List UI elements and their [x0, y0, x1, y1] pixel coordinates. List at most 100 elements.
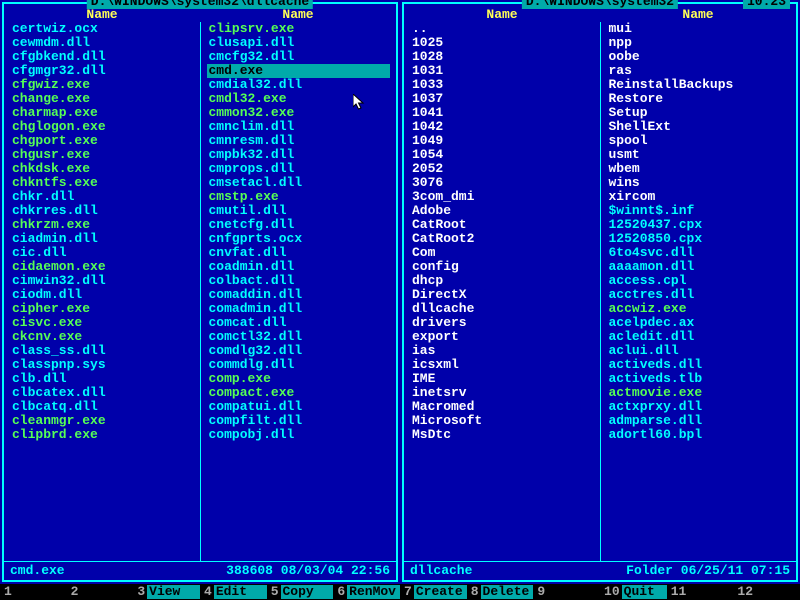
fkey-8[interactable]: 8Delete — [467, 585, 534, 599]
list-item[interactable]: cnvfat.dll — [207, 246, 391, 260]
list-item[interactable]: compobj.dll — [207, 428, 391, 442]
list-item[interactable]: clusapi.dll — [207, 36, 391, 50]
list-item[interactable]: oobe — [607, 50, 791, 64]
list-item[interactable]: aclui.dll — [607, 344, 791, 358]
list-item[interactable]: MsDtc — [410, 428, 594, 442]
list-item[interactable]: 2052 — [410, 162, 594, 176]
list-item[interactable]: 1042 — [410, 120, 594, 134]
list-item[interactable]: chgusr.exe — [10, 148, 194, 162]
list-item[interactable]: chkrzm.exe — [10, 218, 194, 232]
list-item[interactable]: clb.dll — [10, 372, 194, 386]
fkey-4[interactable]: 4Edit — [200, 585, 267, 599]
list-item[interactable]: acctres.dll — [607, 288, 791, 302]
list-item[interactable]: 1033 — [410, 78, 594, 92]
list-item[interactable]: access.cpl — [607, 274, 791, 288]
left-panel[interactable]: D:\WINDOWS\system32\dllcache Name Name c… — [2, 2, 398, 582]
list-item[interactable]: ciodm.dll — [10, 288, 194, 302]
list-item[interactable]: npp — [607, 36, 791, 50]
list-item[interactable]: IME — [410, 372, 594, 386]
left-file-list[interactable]: certwiz.ocxcewmdm.dllcfgbkend.dllcfgmgr3… — [4, 22, 396, 561]
fkey-1[interactable]: 1 — [0, 585, 67, 599]
list-item[interactable]: comdlg32.dll — [207, 344, 391, 358]
list-item[interactable]: clbcatq.dll — [10, 400, 194, 414]
list-item[interactable]: clipsrv.exe — [207, 22, 391, 36]
list-item[interactable]: admparse.dll — [607, 414, 791, 428]
list-item[interactable]: certwiz.ocx — [10, 22, 194, 36]
list-item[interactable]: cmmon32.exe — [207, 106, 391, 120]
list-item[interactable]: cfgbkend.dll — [10, 50, 194, 64]
list-item[interactable]: $winnt$.inf — [607, 204, 791, 218]
list-item[interactable]: cic.dll — [10, 246, 194, 260]
list-item[interactable]: cnfgprts.ocx — [207, 232, 391, 246]
list-item[interactable]: Restore — [607, 92, 791, 106]
list-item[interactable]: Setup — [607, 106, 791, 120]
list-item[interactable]: export — [410, 330, 594, 344]
list-item[interactable]: colbact.dll — [207, 274, 391, 288]
list-item[interactable]: acledit.dll — [607, 330, 791, 344]
list-item[interactable]: accwiz.exe — [607, 302, 791, 316]
list-item[interactable]: 1054 — [410, 148, 594, 162]
list-item[interactable]: cmpbk32.dll — [207, 148, 391, 162]
list-item[interactable]: dhcp — [410, 274, 594, 288]
list-item[interactable]: ciadmin.dll — [10, 232, 194, 246]
list-item[interactable]: Adobe — [410, 204, 594, 218]
list-item[interactable]: cewmdm.dll — [10, 36, 194, 50]
list-item[interactable]: cmnresm.dll — [207, 134, 391, 148]
list-item[interactable]: icsxml — [410, 358, 594, 372]
list-item[interactable]: 3076 — [410, 176, 594, 190]
fkey-6[interactable]: 6RenMov — [333, 585, 400, 599]
list-item[interactable]: ias — [410, 344, 594, 358]
list-item[interactable]: cisvc.exe — [10, 316, 194, 330]
list-item[interactable]: cnetcfg.dll — [207, 218, 391, 232]
list-item[interactable]: cmdial32.dll — [207, 78, 391, 92]
list-item[interactable]: config — [410, 260, 594, 274]
list-item[interactable]: xircom — [607, 190, 791, 204]
fkey-7[interactable]: 7Create — [400, 585, 467, 599]
list-item[interactable]: cimwin32.dll — [10, 274, 194, 288]
list-item[interactable]: cleanmgr.exe — [10, 414, 194, 428]
list-item[interactable]: compact.exe — [207, 386, 391, 400]
list-item[interactable]: class_ss.dll — [10, 344, 194, 358]
list-item[interactable]: usmt — [607, 148, 791, 162]
list-item[interactable]: adortl60.bpl — [607, 428, 791, 442]
list-item[interactable]: 1025 — [410, 36, 594, 50]
list-item[interactable]: cidaemon.exe — [10, 260, 194, 274]
list-item[interactable]: chkr.dll — [10, 190, 194, 204]
list-item[interactable]: charmap.exe — [10, 106, 194, 120]
list-item[interactable]: cmsetacl.dll — [207, 176, 391, 190]
list-item[interactable]: cmdl32.exe — [207, 92, 391, 106]
list-item[interactable]: compfilt.dll — [207, 414, 391, 428]
list-item[interactable]: wbem — [607, 162, 791, 176]
list-item[interactable]: Macromed — [410, 400, 594, 414]
list-item[interactable]: cmstp.exe — [207, 190, 391, 204]
list-item[interactable]: clipbrd.exe — [10, 428, 194, 442]
fkey-3[interactable]: 3View — [133, 585, 200, 599]
list-item[interactable]: activeds.tlb — [607, 372, 791, 386]
list-item[interactable]: 1037 — [410, 92, 594, 106]
list-item[interactable]: CatRoot2 — [410, 232, 594, 246]
list-item[interactable]: comaddin.dll — [207, 288, 391, 302]
list-item[interactable]: ReinstallBackups — [607, 78, 791, 92]
list-item[interactable]: comctl32.dll — [207, 330, 391, 344]
list-item[interactable]: 6to4svc.dll — [607, 246, 791, 260]
list-item[interactable]: coadmin.dll — [207, 260, 391, 274]
fkey-9[interactable]: 9 — [533, 585, 600, 599]
list-item[interactable]: cipher.exe — [10, 302, 194, 316]
list-item[interactable]: cmcfg32.dll — [207, 50, 391, 64]
list-item[interactable]: DirectX — [410, 288, 594, 302]
list-item[interactable]: ckcnv.exe — [10, 330, 194, 344]
list-item[interactable]: cmprops.dll — [207, 162, 391, 176]
list-item[interactable]: cfgwiz.exe — [10, 78, 194, 92]
list-item[interactable]: wins — [607, 176, 791, 190]
list-item[interactable]: clbcatex.dll — [10, 386, 194, 400]
fkey-11[interactable]: 11 — [667, 585, 734, 599]
list-item[interactable]: cfgmgr32.dll — [10, 64, 194, 78]
list-item[interactable]: commdlg.dll — [207, 358, 391, 372]
list-item[interactable]: actxprxy.dll — [607, 400, 791, 414]
list-item[interactable]: CatRoot — [410, 218, 594, 232]
list-item[interactable]: 3com_dmi — [410, 190, 594, 204]
list-item[interactable]: classpnp.sys — [10, 358, 194, 372]
list-item[interactable]: actmovie.exe — [607, 386, 791, 400]
list-item[interactable]: Microsoft — [410, 414, 594, 428]
list-item[interactable]: ShellExt — [607, 120, 791, 134]
